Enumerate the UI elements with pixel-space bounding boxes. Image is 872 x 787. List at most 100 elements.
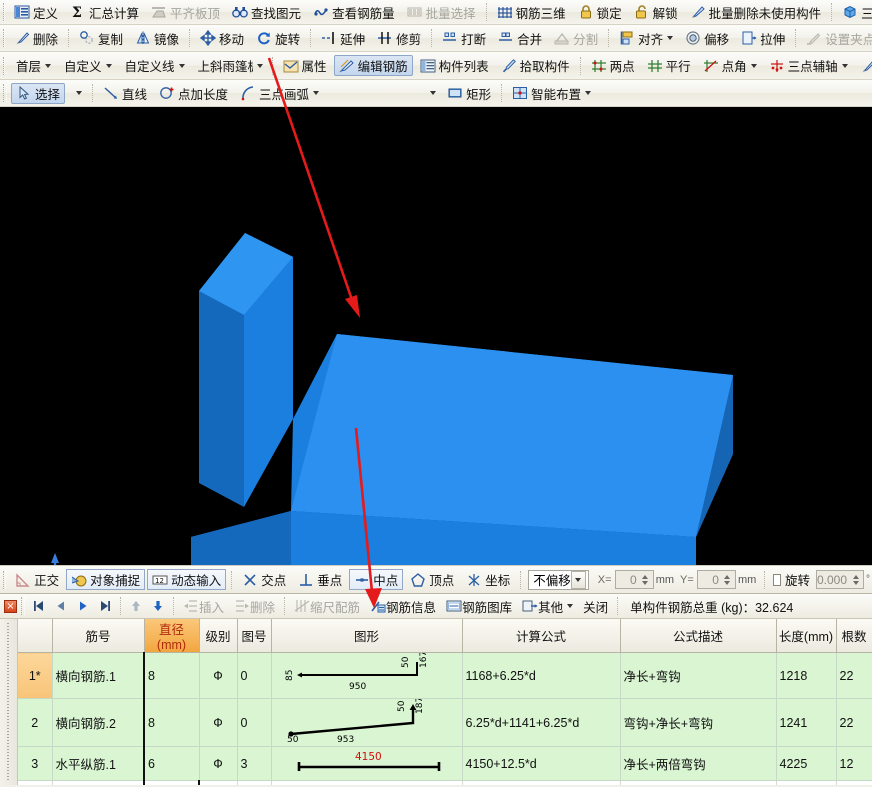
toolbar-button-lock[interactable]: 锁定 (573, 2, 627, 23)
table-cell-count[interactable] (836, 781, 872, 786)
table-cell-diameter[interactable] (144, 781, 199, 786)
table-cell-formula[interactable]: 6.25*d+1141+6.25*d (462, 699, 620, 747)
rebar-delete-row-button[interactable]: 删除 (230, 596, 279, 616)
move-down-button[interactable] (148, 597, 168, 616)
y-spinner-arrows[interactable] (722, 571, 733, 588)
table-cell-grade[interactable]: Ф (199, 699, 237, 747)
table-header-length[interactable]: 长度(mm) (776, 619, 836, 653)
table-cell-length[interactable]: 4225 (776, 747, 836, 781)
toolbar-button-batch-delete-unused[interactable]: 批量删除未使用构件 (685, 2, 827, 23)
toolbar-button-break[interactable]: 打断 (437, 28, 491, 49)
table-cell-length[interactable]: 1241 (776, 699, 836, 747)
toolbar-button-offset[interactable]: 偏移 (680, 28, 734, 49)
toolbar-gripper[interactable] (3, 57, 5, 75)
rebar-close-button[interactable]: 关闭 (579, 596, 612, 616)
table-cell-formula[interactable]: 1168+6.25*d (462, 653, 620, 699)
floor-select[interactable]: 首层 (10, 56, 54, 76)
component-name-select[interactable]: 上斜雨篷板 (192, 56, 266, 76)
status-snap-midpoint[interactable]: 中点 (349, 569, 403, 590)
toolbar-button-rotate[interactable]: 旋转 (251, 28, 305, 49)
table-cell-shape-no[interactable]: 0 (237, 653, 271, 699)
table-cell-shape[interactable]: 85 950 50 167 (271, 653, 462, 699)
3d-viewport[interactable]: Z X Y (0, 107, 872, 565)
toolbar-button-trim[interactable]: 修剪 (372, 28, 426, 49)
next-record-button[interactable] (73, 597, 93, 616)
table-cell-shape-no[interactable]: 0 (237, 699, 271, 747)
table-cell-formula[interactable] (462, 781, 620, 786)
toolbar-button-copy[interactable]: 复制 (74, 28, 128, 49)
toolbar-button-delete-axis[interactable]: 删除 (855, 55, 872, 76)
toolbar-button-summary-calc[interactable]: Σ 汇总计算 (65, 2, 144, 23)
table-cell-count[interactable]: 22 (836, 653, 872, 699)
table-cell-rebar-name[interactable] (52, 781, 144, 786)
rotate-spinner-arrows[interactable] (850, 571, 861, 588)
rebar-library-button[interactable]: 钢筋图库 (442, 596, 516, 616)
toolbar-gripper[interactable] (3, 3, 5, 21)
table-row[interactable]: 4 (18, 781, 872, 786)
close-icon[interactable]: × (4, 600, 17, 613)
toolbar-button-point-angle[interactable]: 点角 (698, 55, 762, 76)
toolbar-button-pick-component[interactable]: 拾取构件 (496, 55, 575, 76)
table-header-shape[interactable]: 图形 (271, 619, 462, 653)
table-cell-formula-desc[interactable] (620, 781, 776, 786)
table-header-count[interactable]: 根数 (836, 619, 872, 653)
table-cell-formula-desc[interactable]: 净长+两倍弯钩 (620, 747, 776, 781)
table-header-diameter[interactable]: 直径(mm) (144, 619, 199, 653)
toolbar-button-define[interactable]: 定义 (9, 2, 63, 23)
toolbar-button-rectangle[interactable]: 矩形 (442, 83, 496, 104)
table-cell-grade[interactable]: Ф (199, 747, 237, 781)
rotate-input[interactable]: 0.000 (816, 570, 864, 589)
toolbar-button-three-point-arc[interactable]: 三点画弧 (235, 83, 324, 104)
table-cell-shape-no[interactable] (237, 781, 271, 786)
toolbar-button-align[interactable]: 对齐 (614, 28, 678, 49)
table-row[interactable]: 3 水平纵筋.1 6 Ф 3 4150 4150+12.5*d 净 (18, 747, 872, 781)
rebar-other-button[interactable]: 其他 (518, 596, 577, 616)
table-cell-diameter[interactable]: 8 (144, 653, 199, 699)
toolbar-button-select[interactable]: 选择 (11, 83, 65, 104)
toolbar-button-parallel[interactable]: 平行 (642, 55, 696, 76)
toolbar-button-point-plus-length[interactable]: 点加长度 (154, 83, 233, 104)
toolbar-button-unlock[interactable]: 解锁 (629, 2, 683, 23)
status-toggle-object-snap[interactable]: 对象捕捉 (66, 569, 145, 590)
table-header-grade[interactable]: 级别 (199, 619, 237, 653)
rotate-checkbox[interactable] (773, 574, 781, 586)
toolbar-button-mirror[interactable]: 镜像 (130, 28, 184, 49)
table-cell-formula-desc[interactable]: 弯钩+净长+弯钩 (620, 699, 776, 747)
statusbar-gripper[interactable] (3, 571, 6, 589)
table-header-shape-no[interactable]: 图号 (237, 619, 271, 653)
toolbar-button-batch-select[interactable]: 批量选择 (402, 2, 481, 23)
table-cell-shape[interactable] (271, 781, 462, 786)
table-cell-shape-no[interactable]: 3 (237, 747, 271, 781)
table-row-number[interactable]: 2 (18, 699, 52, 747)
status-toggle-dynamic-input[interactable]: 12 动态输入 (147, 569, 226, 590)
table-cell-rebar-name[interactable]: 水平纵筋.1 (52, 747, 144, 781)
table-row-number[interactable]: 1* (18, 653, 52, 699)
table-cell-count[interactable]: 12 (836, 747, 872, 781)
rebar-table[interactable]: 筋号 直径(mm) 级别 图号 图形 计算公式 公式描述 长度(mm) 根数 1… (18, 619, 872, 785)
first-record-button[interactable] (29, 597, 49, 616)
table-row[interactable]: 2 横向钢筋.2 8 Ф 0 50 953 50 187 (18, 699, 872, 747)
status-toggle-ortho[interactable]: 正交 (10, 569, 64, 590)
status-snap-intersection[interactable]: 交点 (237, 569, 291, 590)
toolbar-gripper[interactable] (3, 29, 5, 47)
toolbar-button-properties[interactable]: 属性 (278, 55, 332, 76)
table-cell-shape[interactable]: 4150 (271, 747, 462, 781)
toolbar-button-extend[interactable]: 延伸 (316, 28, 370, 49)
table-cell-diameter[interactable]: 8 (144, 699, 199, 747)
table-cell-rebar-name[interactable]: 横向钢筋.2 (52, 699, 144, 747)
table-cell-count[interactable]: 22 (836, 699, 872, 747)
draw-mode-select[interactable] (335, 83, 439, 103)
rebar-insert-row-button[interactable]: 插入 (179, 596, 228, 616)
rebar-toolbar-gripper[interactable] (21, 597, 25, 615)
table-header-formula[interactable]: 计算公式 (462, 619, 620, 653)
toolbar-button-edit-rebar[interactable]: 编辑钢筋 (334, 55, 413, 76)
toolbar-button-set-grip[interactable]: 设置夹点 (801, 28, 872, 49)
move-up-button[interactable] (126, 597, 146, 616)
toolbar-button-select-dropdown[interactable] (67, 83, 87, 104)
last-record-button[interactable] (95, 597, 115, 616)
toolbar-button-find-element[interactable]: 查找图元 (227, 2, 306, 23)
toolbar-button-split[interactable]: 分割 (549, 28, 603, 49)
toolbar-gripper[interactable] (3, 84, 7, 102)
toolbar-button-component-list[interactable]: 构件列表 (415, 55, 494, 76)
table-cell-rebar-name[interactable]: 横向钢筋.1 (52, 653, 144, 699)
